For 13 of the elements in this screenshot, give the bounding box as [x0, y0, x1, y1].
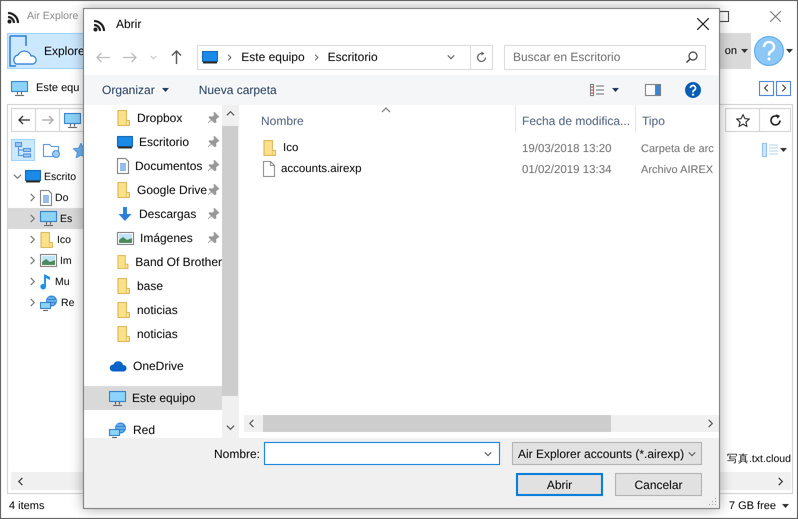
file-type: Carpeta de arc: [641, 142, 714, 154]
free-space-text: 7 GB free: [728, 500, 776, 512]
modified-date: 19/03/2018 13:20: [522, 142, 612, 154]
window-title: Air Explore: [27, 10, 78, 22]
file-name: Ico: [283, 142, 298, 154]
file-name: 写真.txt.cloud: [726, 452, 791, 466]
file-type: Archivo AIREX: [641, 164, 714, 176]
dialog-title: Abrir: [116, 17, 142, 31]
status-text: 4 items: [9, 500, 44, 512]
location-text: Este equ: [36, 82, 80, 94]
file-name-label: Nombre:: [214, 446, 260, 460]
modified-date: 01/02/2019 13:34: [522, 164, 612, 176]
file-name: accounts.airexp: [281, 162, 362, 174]
